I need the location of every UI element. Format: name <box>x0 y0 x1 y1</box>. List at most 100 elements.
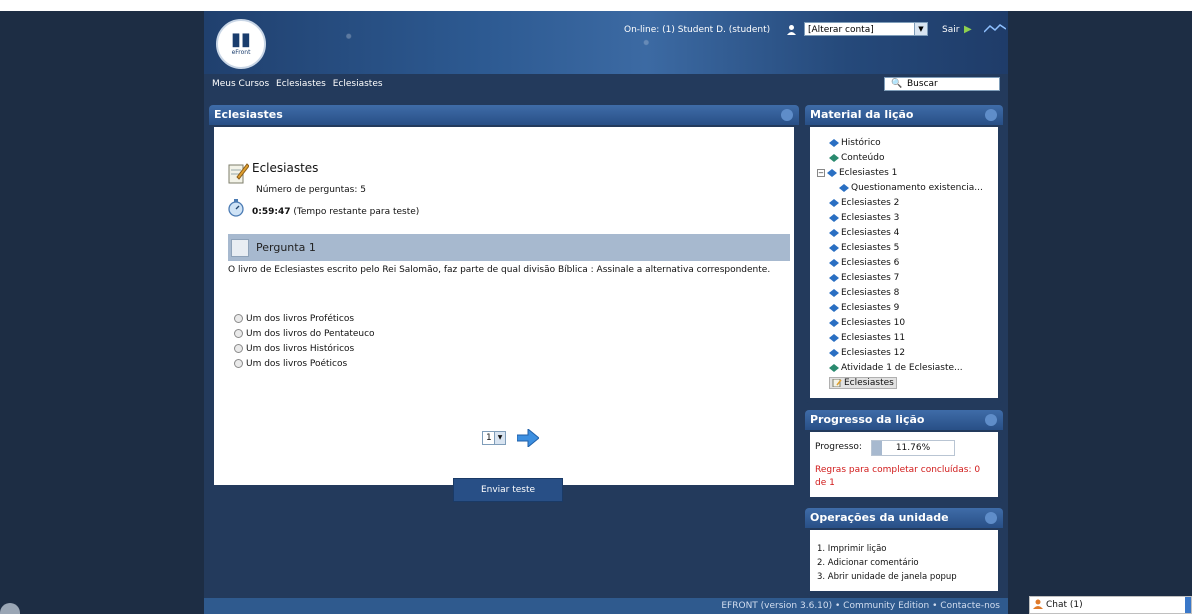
answer-option-label: Um dos livros Proféticos <box>246 313 355 324</box>
breadcrumb-item-meus-cursos[interactable]: Meus Cursos <box>212 79 269 89</box>
account-select[interactable]: [Alterar conta] ▼ <box>804 22 928 36</box>
tree-item-eclesiastes-8[interactable]: Eclesiastes 8 <box>817 285 983 300</box>
collapse-minus-icon[interactable]: − <box>817 168 825 177</box>
tree-item-label: Eclesiastes <box>844 377 894 388</box>
tree-item-conteudo[interactable]: Conteúdo <box>817 150 983 165</box>
question-text: O livro de Eclesiastes escrito pelo Rei … <box>228 265 771 275</box>
unit-icon <box>827 168 837 177</box>
breadcrumb-item-course[interactable]: Eclesiastes <box>276 79 326 89</box>
tree-item-eclesiastes-3[interactable]: Eclesiastes 3 <box>817 210 983 225</box>
tree-item-questionamento[interactable]: Questionamento existencia... <box>817 180 983 195</box>
question-page-select[interactable]: 1 ▼ <box>482 431 506 445</box>
tree-item-label: Eclesiastes 8 <box>841 287 900 298</box>
tree-item-eclesiastes-7[interactable]: Eclesiastes 7 <box>817 270 983 285</box>
page-select-value: 1 <box>486 433 492 443</box>
material-panel: Material da lição Histórico Conteúdo − E… <box>805 105 1003 403</box>
answer-option[interactable]: Um dos livros Poéticos <box>234 356 375 371</box>
tree-item-eclesiastes-5[interactable]: Eclesiastes 5 <box>817 240 983 255</box>
progress-value: 11.76% <box>895 443 931 453</box>
breadcrumb-item-unit[interactable]: Eclesiastes <box>333 79 383 89</box>
test-pencil-icon <box>228 163 249 184</box>
operation-comment[interactable]: 2. Adicionar comentário <box>817 556 957 570</box>
tree-item-eclesiastes-test[interactable]: Eclesiastes <box>817 375 983 390</box>
answer-option-label: Um dos livros Históricos <box>246 343 355 354</box>
corner-decoration <box>0 603 20 614</box>
completion-rules: Regras para completar concluídas: 0 de 1 <box>815 465 981 488</box>
tree-item-eclesiastes-10[interactable]: Eclesiastes 10 <box>817 315 983 330</box>
test-icon <box>832 378 842 387</box>
radio-button[interactable] <box>234 359 243 368</box>
tree-item-eclesiastes-11[interactable]: Eclesiastes 11 <box>817 330 983 345</box>
collapse-icon[interactable] <box>985 109 997 121</box>
radio-button[interactable] <box>234 329 243 338</box>
chat-expand-icon[interactable] <box>1185 597 1191 613</box>
footer: EFRONT (version 3.6.10) • Community Edit… <box>204 598 1008 614</box>
chevron-down-icon: ▼ <box>494 432 505 444</box>
tree-item-eclesiastes-1[interactable]: − Eclesiastes 1 <box>817 165 983 180</box>
unit-icon <box>829 288 839 297</box>
breadcrumb: Meus Cursos Eclesiastes Eclesiastes <box>212 79 387 89</box>
test-panel-title: Eclesiastes <box>214 108 283 121</box>
submit-test-button[interactable]: Enviar teste <box>453 478 563 502</box>
tree-item-eclesiastes-2[interactable]: Eclesiastes 2 <box>817 195 983 210</box>
unit-icon <box>829 243 839 252</box>
wave-icon <box>984 24 1006 33</box>
time-value: 0:59:47 <box>252 207 291 217</box>
unit-icon <box>839 183 849 192</box>
tree-item-eclesiastes-12[interactable]: Eclesiastes 12 <box>817 345 983 360</box>
operation-popup[interactable]: 3. Abrir unidade de janela popup <box>817 570 957 584</box>
progress-panel-title: Progresso da lição <box>810 413 925 426</box>
test-panel-body: Eclesiastes Número de perguntas: 5 0:59:… <box>214 127 794 502</box>
progress-panel: Progresso da lição Progresso: 11.76% Reg… <box>805 410 1003 502</box>
logout-icon[interactable]: ▶ <box>964 24 972 35</box>
collapse-icon[interactable] <box>781 109 793 121</box>
tree-item-atividade[interactable]: Atividade 1 de Eclesiaste... <box>817 360 983 375</box>
tree-item-label: Eclesiastes 12 <box>841 347 906 358</box>
tree-item-eclesiastes-4[interactable]: Eclesiastes 4 <box>817 225 983 240</box>
test-panel: Eclesiastes Eclesiastes Número de pergun… <box>209 105 799 502</box>
unit-icon <box>829 348 839 357</box>
answer-option-label: Um dos livros Poéticos <box>246 358 348 369</box>
radio-button[interactable] <box>234 314 243 323</box>
search-input[interactable]: 🔍 Buscar <box>884 77 1000 91</box>
tree-item-label: Eclesiastes 6 <box>841 257 900 268</box>
logout-link[interactable]: Sair <box>942 25 959 35</box>
tree-item-eclesiastes-6[interactable]: Eclesiastes 6 <box>817 255 983 270</box>
time-remaining: 0:59:47 (Tempo restante para teste) <box>252 207 419 217</box>
logo-text: eFront <box>231 49 251 56</box>
answer-option-label: Um dos livros do Pentateuco <box>246 328 375 339</box>
efront-logo[interactable]: ▮▮ eFront <box>216 19 266 69</box>
time-suffix: (Tempo restante para teste) <box>293 207 420 217</box>
radio-button[interactable] <box>234 344 243 353</box>
unit-icon <box>829 333 839 342</box>
collapse-icon[interactable] <box>985 512 997 524</box>
progress-bar: 11.76% <box>871 440 955 456</box>
footer-text[interactable]: EFRONT (version 3.6.10) • Community Edit… <box>721 601 1000 611</box>
top-strip <box>0 0 1192 11</box>
material-panel-title: Material da lição <box>810 108 914 121</box>
answer-option[interactable]: Um dos livros Históricos <box>234 341 375 356</box>
answer-option[interactable]: Um dos livros Proféticos <box>234 311 375 326</box>
unit-icon <box>829 318 839 327</box>
tree-item-eclesiastes-9[interactable]: Eclesiastes 9 <box>817 300 983 315</box>
tree-item-label: Histórico <box>841 137 881 148</box>
tree-item-label: Eclesiastes 2 <box>841 197 900 208</box>
chat-box[interactable]: Chat (1) <box>1029 596 1192 614</box>
collapse-icon[interactable] <box>985 414 997 426</box>
tree-item-label: Eclesiastes 3 <box>841 212 900 223</box>
operations-panel-header: Operações da unidade <box>805 508 1003 528</box>
next-arrow-icon[interactable] <box>517 429 539 447</box>
answer-options: Um dos livros Proféticos Um dos livros d… <box>234 311 375 371</box>
answer-option[interactable]: Um dos livros do Pentateuco <box>234 326 375 341</box>
question-document-icon <box>231 239 249 257</box>
search-icon: 🔍 <box>891 79 903 89</box>
operation-print[interactable]: 1. Imprimir lição <box>817 542 957 556</box>
question-count: Número de perguntas: 5 <box>256 185 366 195</box>
online-status[interactable]: On-line: (1) Student D. (student) <box>624 25 770 35</box>
account-select-value: [Alterar conta] <box>808 25 874 35</box>
tree-item-historico[interactable]: Histórico <box>817 135 983 150</box>
tree-item-label: Eclesiastes 7 <box>841 272 900 283</box>
tree-item-label: Conteúdo <box>841 152 885 163</box>
test-panel-header: Eclesiastes <box>209 105 799 125</box>
tree-item-label: Questionamento existencia... <box>851 182 983 193</box>
